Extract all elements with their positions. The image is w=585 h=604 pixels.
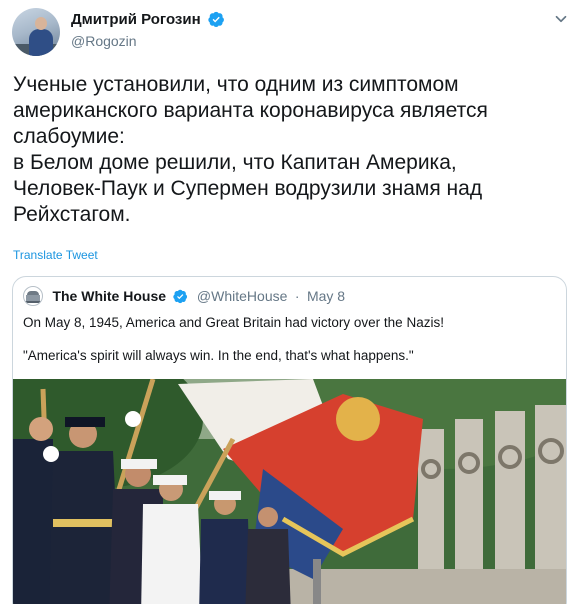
quoted-tweet-header: The White House @WhiteHouse · May 8 <box>23 286 345 306</box>
author-handle[interactable]: @Rogozin <box>71 33 225 49</box>
white-house-avatar <box>23 286 43 306</box>
author-block[interactable]: Дмитрий Рогозин @Rogozin <box>71 11 225 49</box>
rifle <box>313 559 321 604</box>
tweet: Дмитрий Рогозин @Rogozin Ученые установи… <box>0 0 585 604</box>
verified-icon <box>208 12 225 28</box>
quoted-tweet-line2: "America's spirit will always win. In th… <box>23 348 414 363</box>
avatar[interactable] <box>12 8 60 56</box>
quoted-tweet-card[interactable]: The White House @WhiteHouse · May 8 On M… <box>12 276 567 604</box>
quoted-tweet-line1: On May 8, 1945, America and Great Britai… <box>23 315 444 330</box>
verified-icon <box>173 289 188 303</box>
separator-dot: · <box>294 288 300 304</box>
quoted-tweet-date: May 8 <box>306 288 346 304</box>
tweet-header: Дмитрий Рогозин @Rogozin <box>12 8 572 56</box>
caret-down-icon[interactable] <box>552 10 570 28</box>
soldier-1 <box>13 417 53 604</box>
quoted-author-handle: @WhiteHouse <box>196 288 288 304</box>
quoted-author-name: The White House <box>52 288 167 304</box>
tweet-text: Ученые установили, что одним из симптомо… <box>13 73 488 226</box>
quoted-tweet-photo[interactable] <box>13 379 567 604</box>
white-house-base <box>25 301 41 303</box>
avatar-person-head <box>35 17 47 30</box>
translate-tweet-link[interactable]: Translate Tweet <box>13 248 98 262</box>
avatar-person-body <box>29 29 53 56</box>
flag-emblem <box>336 397 380 441</box>
author-display-name[interactable]: Дмитрий Рогозин <box>71 11 201 28</box>
